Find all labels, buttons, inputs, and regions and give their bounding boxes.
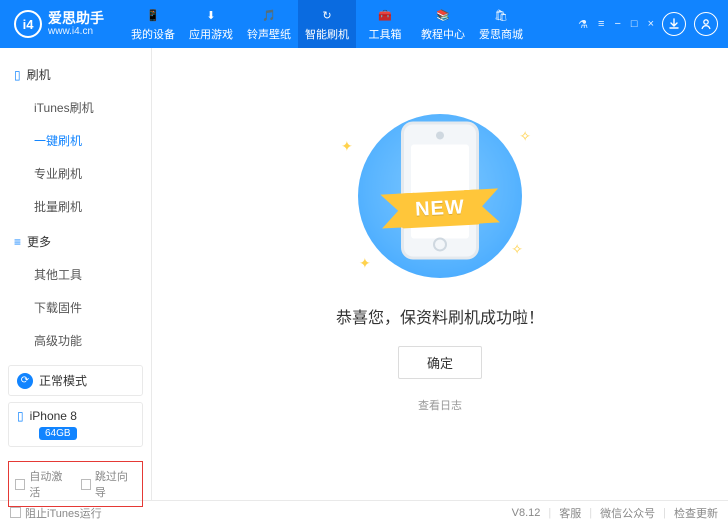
sidebar: ▯ 刷机 iTunes刷机 一键刷机 专业刷机 批量刷机 ≡ 更多 其他工具 下…: [0, 48, 152, 500]
logo-icon: i4: [14, 10, 42, 38]
version-label: V8.12: [512, 507, 541, 519]
tab-store[interactable]: 🛍爱思商城: [472, 0, 530, 48]
store-icon: 🛍: [492, 6, 510, 24]
spark-icon: ✦: [341, 138, 353, 155]
mode-icon: ⟳: [17, 373, 33, 389]
sidebar-item-batch-flash[interactable]: 批量刷机: [0, 190, 151, 223]
refresh-icon: ↻: [318, 6, 336, 24]
device-icon: 📱: [144, 6, 162, 24]
main-tabs: 📱我的设备 ⬇应用游戏 🎵铃声壁纸 ↻智能刷机 🧰工具箱 📚教程中心 🛍爱思商城: [124, 0, 530, 48]
spark-icon: ✧: [511, 241, 523, 258]
options-highlight: 自动激活 跳过向导: [8, 461, 143, 507]
new-ribbon: NEW: [400, 190, 479, 229]
confirm-button[interactable]: 确定: [398, 346, 482, 379]
block-itunes-checkbox[interactable]: 阻止iTunes运行: [10, 505, 102, 521]
spark-icon: ✦: [359, 255, 371, 272]
menu-icon[interactable]: ≡: [598, 18, 604, 31]
toolbox-icon: 🧰: [376, 6, 394, 24]
title-bar: i4 爱思助手 www.i4.cn 📱我的设备 ⬇应用游戏 🎵铃声壁纸 ↻智能刷…: [0, 0, 728, 48]
tab-flash[interactable]: ↻智能刷机: [298, 0, 356, 48]
lock-icon[interactable]: ⚗: [578, 18, 588, 31]
sidebar-item-download-fw[interactable]: 下载固件: [0, 291, 151, 324]
phone-icon: ▯: [14, 68, 21, 82]
app-logo: i4 爱思助手 www.i4.cn: [14, 10, 104, 38]
success-message: 恭喜您，保资料刷机成功啦！: [336, 304, 544, 328]
window-controls: ⚗ ≡ − □ ×: [578, 18, 654, 31]
sidebar-item-advanced[interactable]: 高级功能: [0, 324, 151, 357]
download-button[interactable]: [662, 12, 686, 36]
app-name: 爱思助手: [48, 11, 104, 26]
support-link[interactable]: 客服: [559, 505, 581, 521]
maximize-icon[interactable]: □: [631, 18, 638, 31]
success-illustration: ✦ ✧ ✦ ✧ NEW: [335, 114, 545, 278]
device-phone-icon: ▯: [17, 409, 24, 423]
app-url: www.i4.cn: [48, 26, 104, 37]
sidebar-item-itunes-flash[interactable]: iTunes刷机: [0, 91, 151, 124]
device-selector[interactable]: ▯ iPhone 8 64GB: [8, 402, 143, 447]
minimize-icon[interactable]: −: [614, 18, 620, 31]
sidebar-item-other-tools[interactable]: 其他工具: [0, 258, 151, 291]
tab-toolbox[interactable]: 🧰工具箱: [356, 0, 414, 48]
auto-activate-checkbox[interactable]: 自动激活: [15, 468, 71, 500]
mode-label: 正常模式: [39, 372, 87, 389]
music-icon: 🎵: [260, 6, 278, 24]
tab-apps[interactable]: ⬇应用游戏: [182, 0, 240, 48]
tab-tutorials[interactable]: 📚教程中心: [414, 0, 472, 48]
check-update-link[interactable]: 检查更新: [674, 505, 718, 521]
tab-my-device[interactable]: 📱我的设备: [124, 0, 182, 48]
view-log-link[interactable]: 查看日志: [418, 397, 462, 413]
sidebar-item-onekey-flash[interactable]: 一键刷机: [0, 124, 151, 157]
tab-ringtones[interactable]: 🎵铃声壁纸: [240, 0, 298, 48]
spark-icon: ✧: [519, 128, 531, 145]
wechat-link[interactable]: 微信公众号: [600, 505, 655, 521]
book-icon: 📚: [434, 6, 452, 24]
mode-selector[interactable]: ⟳ 正常模式: [8, 365, 143, 396]
close-icon[interactable]: ×: [648, 18, 654, 31]
device-name: iPhone 8: [30, 409, 77, 423]
more-icon: ≡: [14, 235, 21, 249]
sidebar-group-flash: ▯ 刷机: [0, 62, 151, 91]
main-content: ✦ ✧ ✦ ✧ NEW 恭喜您，保资料刷机成功啦！ 确定 查看日志: [152, 48, 728, 500]
apps-icon: ⬇: [202, 6, 220, 24]
skip-guide-checkbox[interactable]: 跳过向导: [81, 468, 137, 500]
user-button[interactable]: [694, 12, 718, 36]
device-storage-badge: 64GB: [39, 427, 77, 440]
sidebar-item-pro-flash[interactable]: 专业刷机: [0, 157, 151, 190]
sidebar-group-more: ≡ 更多: [0, 229, 151, 258]
